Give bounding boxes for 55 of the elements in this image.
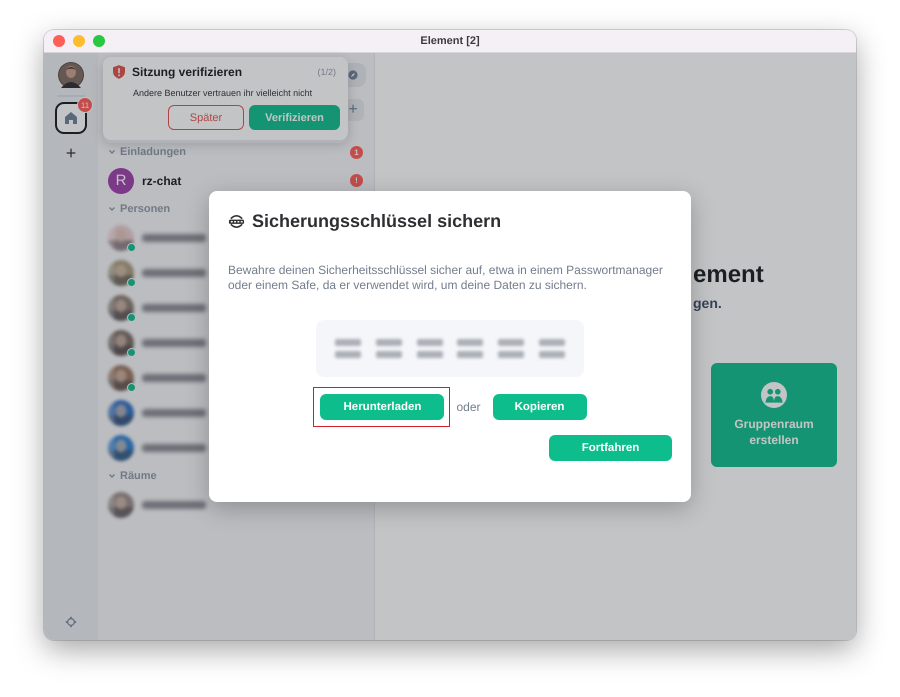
toast-counter: (1/2) bbox=[317, 67, 336, 77]
key-backup-icon bbox=[228, 213, 245, 230]
welcome-subtitle: gen. bbox=[693, 295, 722, 311]
shield-alert-icon bbox=[113, 65, 125, 79]
redacted-name bbox=[142, 338, 206, 346]
redacted-key bbox=[376, 339, 402, 346]
toast-title: Sitzung verifizieren bbox=[132, 65, 242, 79]
section-title[interactable]: Einladungen bbox=[120, 146, 186, 158]
zoom-button[interactable] bbox=[93, 35, 105, 47]
chevron-icon[interactable] bbox=[108, 148, 116, 156]
redacted-name bbox=[142, 408, 206, 416]
add-space-button[interactable]: + bbox=[66, 144, 76, 162]
redacted-key bbox=[498, 351, 524, 358]
welcome-heading: ement bbox=[693, 261, 764, 289]
room-name: rz-chat bbox=[142, 174, 182, 188]
redacted-name bbox=[142, 268, 206, 276]
home-icon bbox=[63, 110, 79, 126]
notification-badge: 11 bbox=[77, 97, 93, 113]
create-group-room-button[interactable]: Gruppenraum erstellen bbox=[711, 363, 837, 467]
chevron-icon[interactable] bbox=[108, 205, 116, 213]
download-button[interactable]: Herunterladen bbox=[320, 394, 444, 420]
home-button[interactable] bbox=[55, 102, 87, 134]
chevron-icon[interactable] bbox=[108, 472, 116, 480]
separator-text: oder bbox=[456, 400, 481, 414]
section-title[interactable]: Personen bbox=[120, 203, 170, 215]
toast-message: Andere Benutzer vertrauen ihr vielleicht nicht bbox=[133, 88, 314, 98]
verify-button[interactable]: Verifizieren bbox=[249, 105, 340, 130]
redacted-name bbox=[142, 304, 206, 312]
redacted-key bbox=[457, 351, 484, 358]
close-button[interactable] bbox=[53, 35, 65, 47]
copy-button[interactable]: Kopieren bbox=[492, 394, 587, 420]
room-avatar: R bbox=[108, 168, 134, 194]
count-badge: 1 bbox=[350, 146, 363, 158]
settings-icon[interactable] bbox=[65, 616, 77, 628]
redacted-key bbox=[335, 351, 362, 358]
redacted-key bbox=[416, 351, 443, 358]
later-button[interactable]: Später bbox=[168, 105, 244, 130]
redacted-key bbox=[498, 339, 524, 346]
redacted-key bbox=[538, 351, 565, 358]
dialog-title: Sicherungsschlüssel sichern bbox=[252, 211, 502, 232]
redacted-key bbox=[538, 339, 565, 346]
redacted-key bbox=[335, 339, 362, 346]
redacted-key bbox=[416, 339, 443, 346]
redacted-name bbox=[142, 374, 206, 382]
dialog-description: Bewahre deinen Sicherheitsschlüssel sicher auf, etwa in einem Passwortmanager oder einem Safe, da er verwendet wird, um deine Daten zu sichern. bbox=[228, 263, 664, 293]
redacted-key bbox=[457, 339, 484, 346]
redacted-name bbox=[142, 500, 206, 508]
group-icon bbox=[761, 382, 787, 408]
redacted-key bbox=[376, 351, 402, 358]
section-title[interactable]: Räume bbox=[120, 470, 157, 482]
redacted-name bbox=[142, 444, 206, 452]
redacted-name bbox=[142, 234, 206, 242]
window-title: Element [2] bbox=[420, 35, 480, 47]
alert-badge: ! bbox=[350, 174, 363, 187]
continue-button[interactable]: Fortfahren bbox=[549, 435, 672, 461]
